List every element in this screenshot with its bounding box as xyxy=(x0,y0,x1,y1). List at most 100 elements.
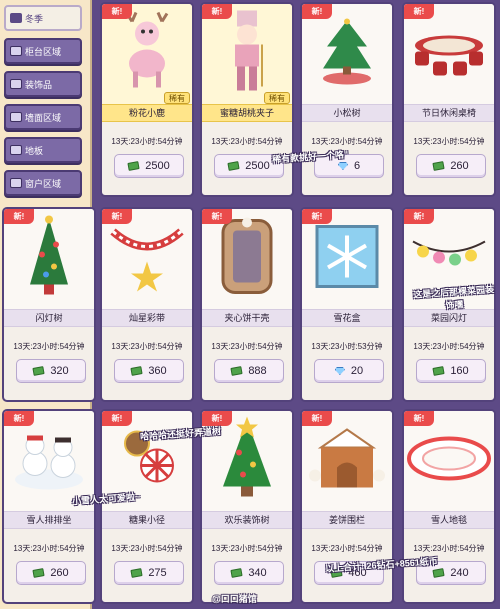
item-image xyxy=(4,209,94,309)
shop-item-card[interactable]: 新! 稀有 蜜糖胡桃夹子 13天:23小时:54分钟 2500 xyxy=(200,2,294,197)
item-name: 夹心饼干壳 xyxy=(202,309,292,327)
shop-item-card[interactable]: 新! 小松树 13天:23小时:54分钟 6 xyxy=(300,2,394,197)
item-image xyxy=(302,209,392,309)
item-timer: 13天:23小时:54分钟 xyxy=(211,544,283,553)
cash-icon xyxy=(32,366,45,376)
item-price: 6 xyxy=(353,160,361,172)
shop-item-card[interactable]: 新! 节日休闲桌椅 13天:23小时:54分钟 260 xyxy=(402,2,496,197)
item-timer: 13天:23小时:54分钟 xyxy=(13,544,85,553)
buy-button[interactable]: 260 xyxy=(416,154,486,178)
item-image xyxy=(302,4,392,104)
shop-item-card[interactable]: 新! 夹心饼干壳 13天:23小时:54分钟 888 xyxy=(200,207,294,402)
item-price: 2500 xyxy=(145,160,170,172)
item-name: 雪人地毯 xyxy=(404,511,494,529)
item-timer: 13天:23小时:54分钟 xyxy=(13,342,85,351)
item-name: 糖果小径 xyxy=(102,511,192,529)
item-timer: 13天:23小时:54分钟 xyxy=(311,544,383,553)
cash-icon xyxy=(32,568,45,578)
item-image xyxy=(404,411,494,511)
buy-button[interactable]: 275 xyxy=(114,561,184,585)
item-price: 240 xyxy=(450,567,469,579)
cash-icon xyxy=(227,161,240,171)
item-price: 360 xyxy=(148,365,167,377)
item-price: 160 xyxy=(450,365,469,377)
buy-button[interactable]: 888 xyxy=(214,359,284,383)
item-image xyxy=(102,209,192,309)
item-image xyxy=(404,4,494,104)
shop-item-card[interactable]: 新! 姜饼围栏 13天:23小时:54分钟 460 xyxy=(300,409,394,604)
item-timer: 13天:23小时:54分钟 xyxy=(311,137,383,146)
item-name: 欢乐装饰树 xyxy=(202,511,292,529)
item-timer: 13天:23小时:54分钟 xyxy=(413,137,485,146)
new-badge: 新! xyxy=(202,209,232,224)
item-image xyxy=(302,411,392,511)
cash-icon xyxy=(432,161,445,171)
cash-icon xyxy=(130,366,143,376)
item-name: 蜜糖胡桃夹子 xyxy=(202,104,292,122)
shop-item-card[interactable]: 新! 雪花盒 13天:23小时:53分钟 20 xyxy=(300,207,394,402)
new-badge: 新! xyxy=(102,411,132,426)
item-price: 260 xyxy=(50,567,69,579)
item-timer: 13天:23小时:54分钟 xyxy=(413,342,485,351)
new-badge: 新! xyxy=(404,4,434,19)
item-image xyxy=(102,4,192,104)
item-price: 260 xyxy=(450,160,469,172)
item-name: 姜饼围栏 xyxy=(302,511,392,529)
cash-icon xyxy=(432,366,445,376)
buy-button[interactable]: 160 xyxy=(416,359,486,383)
item-price: 2500 xyxy=(245,160,270,172)
buy-button[interactable]: 320 xyxy=(16,359,86,383)
new-badge: 新! xyxy=(102,209,132,224)
cash-icon xyxy=(432,568,445,578)
item-name: 小松树 xyxy=(302,104,392,122)
item-price: 320 xyxy=(50,365,69,377)
item-name: 雪花盒 xyxy=(302,309,392,327)
shop-item-card[interactable]: 新! 稀有 粉花小鹿 13天:23小时:54分钟 2500 xyxy=(100,2,194,197)
rare-badge: 稀有 xyxy=(164,92,190,104)
buy-button[interactable]: 20 xyxy=(314,359,384,383)
item-name: 节日休闲桌椅 xyxy=(404,104,494,122)
watermark: @口口猪馆 xyxy=(212,594,257,604)
shop-item-card[interactable]: 新! 雪人地毯 13天:23小时:54分钟 240 xyxy=(402,409,496,604)
item-name: 灿星彩带 xyxy=(102,309,192,327)
cash-icon xyxy=(130,568,143,578)
new-badge: 新! xyxy=(302,209,332,224)
item-timer: 13天:23小时:54分钟 xyxy=(111,137,183,146)
buy-button[interactable]: 340 xyxy=(214,561,284,585)
buy-button[interactable]: 360 xyxy=(114,359,184,383)
rare-badge: 稀有 xyxy=(264,92,290,104)
shop-item-card[interactable]: 新! 欢乐装饰树 13天:23小时:54分钟 340 xyxy=(200,409,294,604)
gem-icon xyxy=(334,367,345,375)
buy-button[interactable]: 2500 xyxy=(114,154,184,178)
item-price: 20 xyxy=(350,365,364,377)
cash-icon xyxy=(230,568,243,578)
new-badge: 新! xyxy=(404,209,434,224)
new-badge: 新! xyxy=(404,411,434,426)
item-timer: 13天:23小时:54分钟 xyxy=(211,342,283,351)
item-price: 275 xyxy=(148,567,167,579)
item-image xyxy=(202,209,292,309)
new-badge: 新! xyxy=(302,4,332,19)
shop-item-card[interactable]: 新! 灿星彩带 13天:23小时:54分钟 360 xyxy=(100,207,194,402)
cash-icon xyxy=(230,366,243,376)
new-badge: 新! xyxy=(4,209,34,224)
item-name: 闪灯树 xyxy=(4,309,94,327)
new-badge: 新! xyxy=(4,411,34,426)
buy-button[interactable]: 260 xyxy=(16,561,86,585)
item-price: 888 xyxy=(248,365,267,377)
item-price: 340 xyxy=(248,567,267,579)
item-timer: 13天:23小时:54分钟 xyxy=(111,342,183,351)
item-name: 粉花小鹿 xyxy=(102,104,192,122)
item-timer: 13天:23小时:54分钟 xyxy=(211,137,283,146)
new-badge: 新! xyxy=(202,4,232,19)
item-timer: 13天:23小时:54分钟 xyxy=(413,544,485,553)
gem-icon xyxy=(337,162,348,170)
new-badge: 新! xyxy=(302,411,332,426)
item-image xyxy=(202,4,292,104)
new-badge: 新! xyxy=(102,4,132,19)
item-timer: 13天:23小时:54分钟 xyxy=(111,544,183,553)
shop-item-card[interactable]: 新! 闪灯树 13天:23小时:54分钟 320 xyxy=(2,207,96,402)
cash-icon xyxy=(127,161,140,171)
item-timer: 13天:23小时:53分钟 xyxy=(311,342,383,351)
item-name: 雪人排排坐 xyxy=(4,511,94,529)
